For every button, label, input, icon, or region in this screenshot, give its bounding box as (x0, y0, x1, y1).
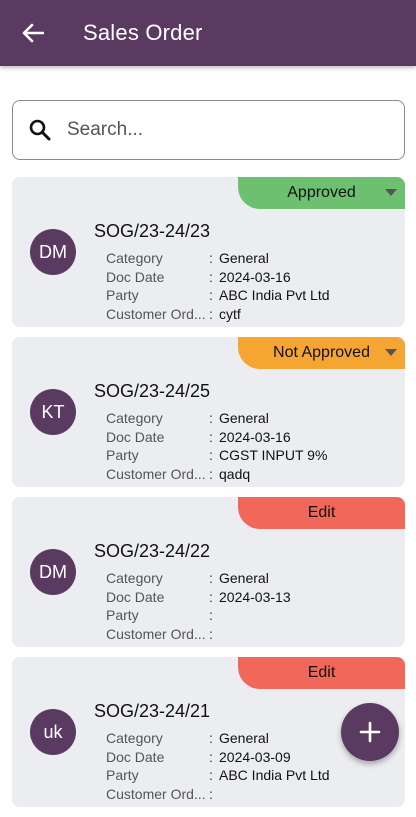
status-label: Approved (287, 184, 356, 201)
field-separator: : (209, 785, 213, 802)
status-label: Not Approved (273, 344, 370, 361)
order-fields: Category : General Doc Date : 2024-03-09… (106, 729, 330, 803)
status-badge[interactable]: Edit (238, 657, 405, 689)
field-value: General (219, 570, 269, 587)
order-number: SOG/23-24/23 (94, 221, 211, 241)
arrow-left-icon (22, 23, 44, 43)
order-card[interactable]: Edit DM SOG/23-24/22 Category : General … (12, 497, 405, 647)
field-label: Customer Ord... (106, 465, 206, 482)
field-separator: : (209, 428, 213, 445)
field-label: Party (106, 767, 139, 784)
field-label: Category (106, 570, 163, 587)
order-number: SOG/23-24/25 (94, 381, 211, 401)
field-value: General (219, 250, 269, 267)
field-value: 2024-03-16 (219, 268, 291, 285)
app-bar: Sales Order (0, 0, 416, 66)
field-label: Customer Ord... (106, 305, 206, 322)
field-value: General (219, 730, 269, 747)
field-label: Customer Ord... (106, 785, 206, 802)
order-fields: Category : General Doc Date : 2024-03-13… (106, 569, 291, 643)
field-separator: : (209, 410, 213, 427)
field-customer-order: Customer Ord... : (106, 785, 330, 804)
add-order-button[interactable] (341, 703, 399, 761)
field-category: Category : General (106, 729, 330, 748)
back-button[interactable] (0, 0, 66, 66)
field-value: 2024-03-09 (219, 748, 291, 765)
field-label: Party (106, 447, 139, 464)
field-customer-order: Customer Ord... : cytf (106, 305, 330, 324)
field-label: Category (106, 410, 163, 427)
field-customer-order: Customer Ord... : qadq (106, 465, 327, 484)
field-separator: : (209, 748, 213, 765)
field-label: Doc Date (106, 748, 165, 765)
field-party: Party : ABC India Pvt Ltd (106, 286, 330, 305)
order-fields: Category : General Doc Date : 2024-03-16… (106, 409, 327, 483)
order-card[interactable]: Approved DM SOG/23-24/23 Category : Gene… (12, 177, 405, 327)
order-number: SOG/23-24/22 (94, 541, 211, 561)
dropdown-caret-icon (385, 189, 397, 196)
field-doc-date: Doc Date : 2024-03-09 (106, 748, 330, 767)
field-doc-date: Doc Date : 2024-03-16 (106, 268, 330, 287)
field-party: Party : ABC India Pvt Ltd (106, 766, 330, 785)
field-customer-order: Customer Ord... : (106, 625, 291, 644)
field-separator: : (209, 625, 213, 642)
status-badge[interactable]: Approved (238, 177, 405, 209)
field-category: Category : General (106, 249, 330, 268)
field-label: Doc Date (106, 428, 165, 445)
order-number: SOG/23-24/21 (94, 701, 211, 721)
field-separator: : (209, 250, 213, 267)
field-value: qadq (219, 465, 251, 482)
field-doc-date: Doc Date : 2024-03-16 (106, 428, 327, 447)
field-value: CGST INPUT 9% (219, 447, 328, 464)
status-label: Edit (307, 504, 336, 521)
field-label: Party (106, 607, 139, 624)
field-separator: : (209, 465, 213, 482)
field-separator: : (209, 607, 213, 624)
field-separator: : (209, 588, 213, 605)
avatar: DM (30, 229, 76, 275)
field-label: Doc Date (106, 268, 165, 285)
page-title: Sales Order (83, 20, 203, 45)
field-separator: : (209, 268, 213, 285)
status-badge[interactable]: Edit (238, 497, 405, 529)
field-value: ABC India Pvt Ltd (219, 287, 330, 304)
field-value: cytf (219, 305, 241, 322)
field-category: Category : General (106, 569, 291, 588)
field-value: General (219, 410, 269, 427)
field-separator: : (209, 305, 213, 322)
status-label: Edit (307, 664, 336, 681)
field-label: Customer Ord... (106, 625, 206, 642)
field-doc-date: Doc Date : 2024-03-13 (106, 588, 291, 607)
search-bar (12, 100, 405, 160)
field-label: Party (106, 287, 139, 304)
field-value: 2024-03-16 (219, 428, 291, 445)
field-separator: : (209, 287, 213, 304)
search-input[interactable] (67, 119, 387, 141)
field-separator: : (209, 447, 213, 464)
field-category: Category : General (106, 409, 327, 428)
avatar: uk (30, 709, 76, 755)
field-value: 2024-03-13 (219, 588, 291, 605)
avatar: DM (30, 549, 76, 595)
field-party: Party : CGST INPUT 9% (106, 446, 327, 465)
field-value: ABC India Pvt Ltd (219, 767, 330, 784)
plus-icon (359, 721, 381, 743)
field-separator: : (209, 730, 213, 747)
field-label: Category (106, 730, 163, 747)
order-fields: Category : General Doc Date : 2024-03-16… (106, 249, 330, 323)
status-badge[interactable]: Not Approved (238, 337, 405, 369)
field-label: Category (106, 250, 163, 267)
field-label: Doc Date (106, 588, 165, 605)
field-separator: : (209, 767, 213, 784)
search-icon (13, 118, 67, 142)
dropdown-caret-icon (385, 349, 397, 356)
field-party: Party : (106, 606, 291, 625)
avatar: KT (30, 389, 76, 435)
field-separator: : (209, 570, 213, 587)
order-card[interactable]: Not Approved KT SOG/23-24/25 Category : … (12, 337, 405, 487)
